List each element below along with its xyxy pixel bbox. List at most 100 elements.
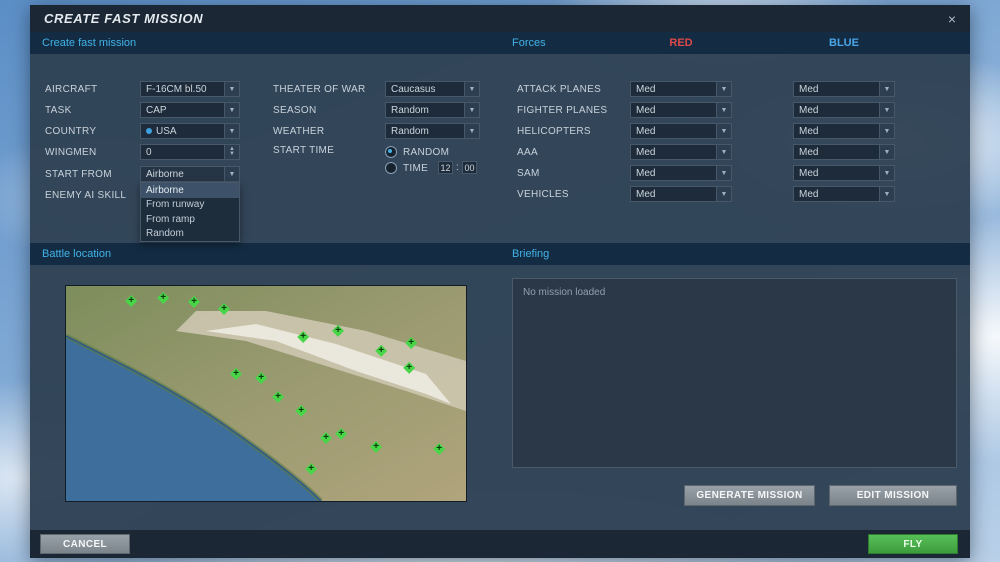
theater-select[interactable]: Caucasus ▼: [385, 81, 480, 97]
chevron-down-icon[interactable]: ▼: [879, 145, 894, 159]
chevron-down-icon[interactable]: ▼: [224, 103, 239, 117]
close-icon[interactable]: ×: [948, 12, 956, 26]
minute-input[interactable]: 00: [462, 161, 477, 174]
blue-vehicles-select[interactable]: Med ▼: [793, 186, 895, 202]
map-marker-icon[interactable]: [125, 295, 137, 307]
radio-checked-icon: [385, 146, 397, 158]
map-marker-icon[interactable]: [335, 428, 347, 440]
chevron-down-icon[interactable]: ▼: [879, 166, 894, 180]
start-from-option-airborne[interactable]: Airborne: [141, 183, 239, 198]
fighter-planes-label: FIGHTER PLANES: [517, 105, 608, 116]
radio-unchecked-icon: [385, 162, 397, 174]
map-marker-icon[interactable]: [403, 362, 415, 374]
country-select[interactable]: USA ▼: [140, 123, 240, 139]
section-header-briefing: Briefing: [500, 243, 970, 265]
chevron-down-icon[interactable]: ▼: [879, 82, 894, 96]
blue-coalition-label: BLUE: [829, 37, 859, 49]
red-attack-planes-select[interactable]: Med ▼: [630, 81, 732, 97]
blue-aaa-select[interactable]: Med ▼: [793, 144, 895, 160]
chevron-down-icon[interactable]: ▼: [464, 124, 479, 138]
map-marker-icon[interactable]: [157, 292, 169, 304]
start-time-time-radio[interactable]: TIME: [385, 162, 428, 174]
theater-value: Caucasus: [391, 83, 436, 95]
blue-vehicles-value: Med: [799, 188, 819, 200]
map-marker-icon[interactable]: [320, 432, 332, 444]
cancel-button[interactable]: CANCEL: [40, 534, 130, 554]
red-aaa-select[interactable]: Med ▼: [630, 144, 732, 160]
map-markers: [66, 286, 466, 501]
map-marker-icon[interactable]: [297, 331, 309, 343]
map-marker-icon[interactable]: [230, 368, 242, 380]
section-header-battle-location: Battle location: [30, 243, 500, 265]
season-value: Random: [391, 104, 429, 116]
map-marker-icon[interactable]: [295, 405, 307, 417]
chevron-down-icon[interactable]: ▼: [879, 187, 894, 201]
chevron-down-icon[interactable]: ▼: [716, 82, 731, 96]
start-time-random-radio[interactable]: RANDOM: [385, 146, 449, 158]
map-marker-icon[interactable]: [188, 296, 200, 308]
chevron-down-icon[interactable]: ▼: [716, 124, 731, 138]
map-marker-icon[interactable]: [433, 443, 445, 455]
attack-planes-label: ATTACK PLANES: [517, 84, 602, 95]
aircraft-select[interactable]: F-16CM bl.50 ▼: [140, 81, 240, 97]
edit-mission-button[interactable]: EDIT MISSION: [829, 485, 957, 506]
red-helicopters-select[interactable]: Med ▼: [630, 123, 732, 139]
weather-select[interactable]: Random ▼: [385, 123, 480, 139]
map-marker-icon[interactable]: [375, 345, 387, 357]
start-from-option-ramp[interactable]: From ramp: [141, 212, 239, 227]
blue-sam-select[interactable]: Med ▼: [793, 165, 895, 181]
spinner-arrows-icon[interactable]: ▲ ▼: [224, 145, 239, 159]
map-marker-icon[interactable]: [370, 441, 382, 453]
map-marker-icon[interactable]: [255, 372, 267, 384]
map-marker-icon[interactable]: [405, 337, 417, 349]
section-title-battle: Battle location: [42, 248, 112, 260]
red-vehicles-select[interactable]: Med ▼: [630, 186, 732, 202]
red-coalition-label: RED: [669, 37, 693, 49]
blue-helicopters-select[interactable]: Med ▼: [793, 123, 895, 139]
start-from-option-random[interactable]: Random: [141, 227, 239, 242]
map-marker-icon[interactable]: [272, 391, 284, 403]
chevron-down-icon[interactable]: ▼: [464, 103, 479, 117]
blue-attack-planes-value: Med: [799, 83, 819, 95]
season-select[interactable]: Random ▼: [385, 102, 480, 118]
blue-attack-planes-select[interactable]: Med ▼: [793, 81, 895, 97]
chevron-down-icon[interactable]: ▼: [879, 124, 894, 138]
random-radio-label: RANDOM: [403, 146, 450, 158]
red-fighter-planes-select[interactable]: Med ▼: [630, 102, 732, 118]
start-time-label: START TIME: [273, 145, 335, 156]
chevron-down-icon[interactable]: ▼: [716, 187, 731, 201]
red-vehicles-value: Med: [636, 188, 656, 200]
dialog-footer: CANCEL FLY: [30, 530, 970, 558]
chevron-down-icon[interactable]: ▼: [879, 103, 894, 117]
briefing-text[interactable]: No mission loaded: [512, 278, 957, 468]
task-select[interactable]: CAP ▼: [140, 102, 240, 118]
chevron-down-icon[interactable]: ▼: [716, 103, 731, 117]
battle-map[interactable]: [65, 285, 467, 502]
chevron-down-icon[interactable]: ▼: [224, 167, 239, 181]
chevron-down-icon[interactable]: ▼: [224, 124, 239, 138]
chevron-down-icon[interactable]: ▼: [224, 82, 239, 96]
screen: CREATE FAST MISSION × Create fast missio…: [0, 0, 1000, 562]
start-from-option-runway[interactable]: From runway: [141, 198, 239, 213]
chevron-down-icon[interactable]: ▼: [716, 145, 731, 159]
chevron-down-icon[interactable]: ▼: [464, 82, 479, 96]
section-title-create: Create fast mission: [42, 37, 137, 49]
task-label: TASK: [45, 105, 72, 116]
briefing-placeholder: No mission loaded: [523, 287, 606, 298]
hour-input[interactable]: 12: [438, 161, 453, 174]
red-sam-select[interactable]: Med ▼: [630, 165, 732, 181]
map-marker-icon[interactable]: [305, 463, 317, 475]
map-marker-icon[interactable]: [332, 325, 344, 337]
start-from-label: START FROM: [45, 169, 112, 180]
map-marker-icon[interactable]: [218, 303, 230, 315]
enemy-ai-skill-label: ENEMY AI SKILL: [45, 190, 127, 201]
wingmen-stepper[interactable]: 0 ▲ ▼: [140, 144, 240, 160]
blue-sam-value: Med: [799, 167, 819, 179]
chevron-down-icon[interactable]: ▼: [716, 166, 731, 180]
fly-button[interactable]: FLY: [868, 534, 958, 554]
generate-mission-button[interactable]: GENERATE MISSION: [684, 485, 815, 506]
start-from-select[interactable]: Airborne ▼: [140, 166, 240, 182]
blue-fighter-planes-select[interactable]: Med ▼: [793, 102, 895, 118]
helicopters-label: HELICOPTERS: [517, 126, 591, 137]
aircraft-label: AIRCRAFT: [45, 84, 98, 95]
